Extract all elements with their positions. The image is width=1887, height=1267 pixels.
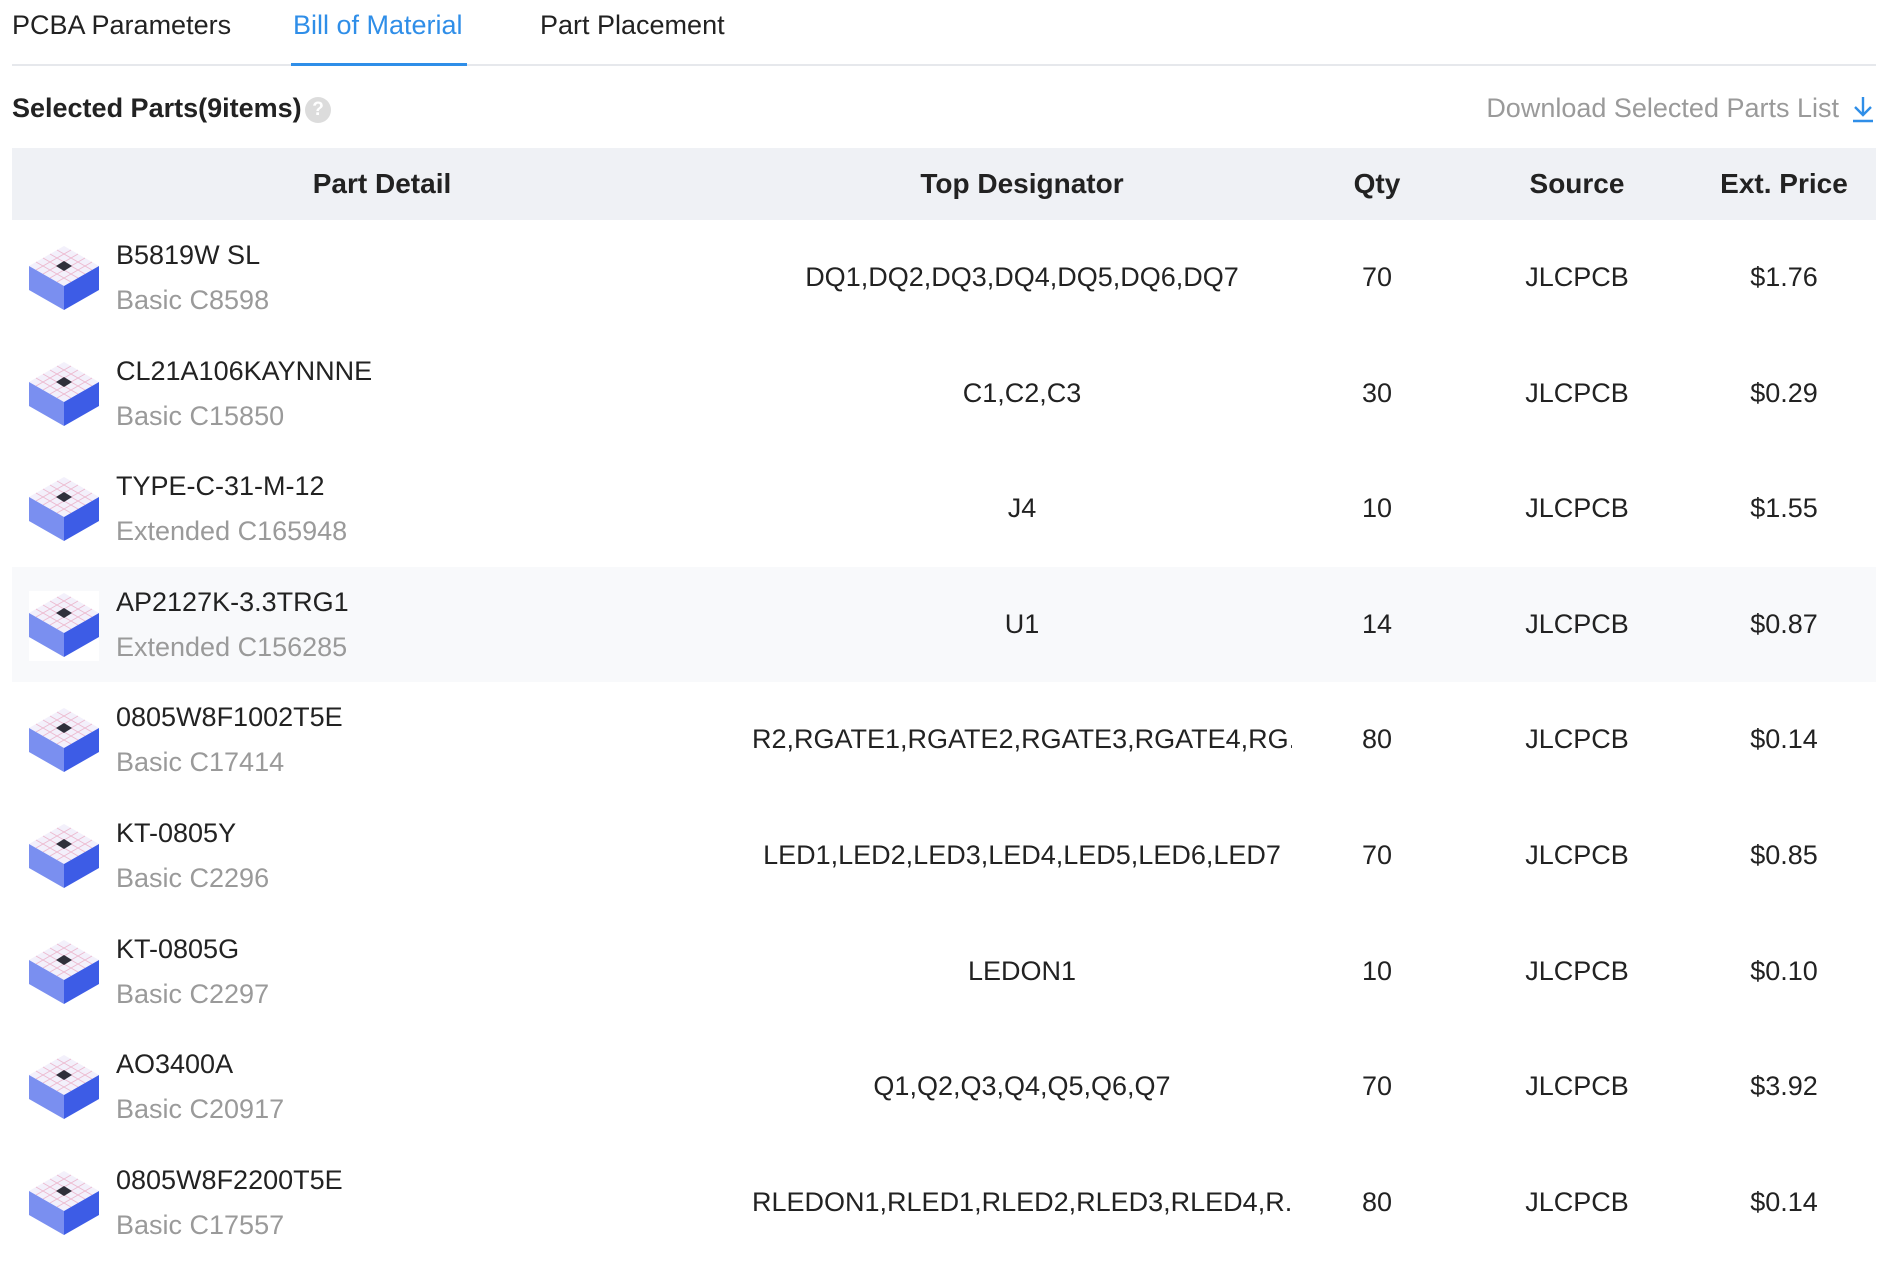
top-designator-cell: U1: [1004, 608, 1040, 639]
qty-cell: 10: [1361, 955, 1393, 986]
led-chip-icon: [29, 822, 99, 892]
source-cell: JLCPCB: [1525, 377, 1629, 408]
download-parts-list-link[interactable]: Download Selected Parts List: [1486, 93, 1875, 124]
resistor-chip-icon: [29, 1168, 99, 1239]
part-type-and-code: Basic C2296: [116, 863, 270, 893]
column-header-ext-price: Ext. Price: [1720, 168, 1848, 199]
source-cell: JLCPCB: [1525, 724, 1629, 755]
source-cell: JLCPCB: [1525, 840, 1629, 870]
source-cell: JLCPCB: [1525, 955, 1629, 986]
tab-pcba-parameters[interactable]: PCBA Parameters: [12, 10, 231, 41]
top-designator-cell: C1,C2,C3: [962, 377, 1082, 408]
part-type-and-code: Basic C15850: [116, 400, 285, 431]
download-icon: [1853, 96, 1873, 122]
part-number[interactable]: KT-0805Y: [116, 818, 236, 849]
part-number[interactable]: CL21A106KAYNNNE: [116, 356, 372, 387]
table-header: Part Detail Top Designator Qty Source Ex…: [12, 148, 1876, 220]
resistor-chip-icon: [29, 706, 99, 777]
top-designator-cell: LED1,LED2,LED3,LED4,LED5,LED6,LED7: [763, 840, 1281, 870]
top-designator-cell: DQ1,DQ2,DQ3,DQ4,DQ5,DQ6,DQ7: [805, 262, 1239, 292]
ext-price-cell: $0.29: [1750, 377, 1818, 408]
part-number[interactable]: B5819W SL: [116, 240, 260, 271]
part-number[interactable]: KT-0805G: [116, 934, 239, 965]
top-designator-cell: Q1,Q2,Q3,Q4,Q5,Q6,Q7: [873, 1071, 1171, 1102]
ext-price-cell: $1.76: [1750, 262, 1818, 292]
tab-part-placement[interactable]: Part Placement: [540, 10, 725, 41]
column-header-qty: Qty: [1353, 168, 1401, 199]
capacitor-chip-icon: [29, 359, 99, 430]
source-cell: JLCPCB: [1525, 262, 1629, 292]
qty-cell: 70: [1361, 840, 1393, 870]
source-cell: JLCPCB: [1525, 1071, 1629, 1102]
column-header-top-designator: Top Designator: [920, 168, 1124, 199]
part-type-and-code: Basic C20917: [116, 1094, 285, 1125]
part-type-and-code: Extended C165948: [116, 516, 348, 547]
part-number[interactable]: 0805W8F2200T5E: [116, 1165, 343, 1196]
part-number[interactable]: 0805W8F1002T5E: [116, 702, 343, 733]
table-row: KT-0805G Basic C2297 LEDON1 10 JLCPCB $0…: [12, 914, 1876, 1029]
top-designator-cell: RLEDON1,RLED1,RLED2,RLED3,RLED4,R...: [752, 1186, 1292, 1217]
top-designator-cell: LEDON1: [967, 955, 1077, 986]
top-designator-cell: R2,RGATE1,RGATE2,RGATE3,RGATE4,RG...: [752, 724, 1292, 755]
usb-c-connector-icon: [29, 475, 99, 546]
table-row: KT-0805Y Basic C2296 LED1,LED2,LED3,LED4…: [12, 798, 1876, 913]
ext-price-cell: $1.55: [1750, 493, 1818, 524]
download-label: Download Selected Parts List: [1486, 93, 1839, 123]
tab-bar: PCBA Parameters Bill of Material Part Pl…: [12, 0, 1876, 66]
ext-price-cell: $0.87: [1750, 608, 1818, 639]
column-header-source: Source: [1529, 168, 1625, 199]
qty-cell: 80: [1361, 1186, 1393, 1217]
ext-price-cell: $0.14: [1750, 724, 1818, 755]
source-cell: JLCPCB: [1525, 493, 1629, 524]
part-number[interactable]: AP2127K-3.3TRG1: [116, 587, 349, 618]
table-row: CL21A106KAYNNNE Basic C15850 C1,C2,C3 30…: [12, 336, 1876, 451]
bom-panel: PCBA Parameters Bill of Material Part Pl…: [0, 0, 1887, 1267]
part-type-and-code: Basic C8598: [116, 285, 270, 315]
qty-cell: 80: [1361, 724, 1393, 755]
tab-bill-of-material[interactable]: Bill of Material: [293, 10, 463, 41]
part-number[interactable]: AO3400A: [116, 1049, 233, 1080]
qty-cell: 70: [1361, 262, 1393, 292]
table-row: 0805W8F1002T5E Basic C17414 R2,RGATE1,RG…: [12, 682, 1876, 797]
ext-price-cell: $0.85: [1750, 840, 1818, 870]
ext-price-cell: $0.14: [1750, 1186, 1818, 1217]
table-row: AO3400A Basic C20917 Q1,Q2,Q3,Q4,Q5,Q6,Q…: [12, 1029, 1876, 1144]
sot23-mosfet-icon: [29, 1053, 99, 1124]
part-type-and-code: Extended C156285: [116, 631, 348, 662]
ext-price-cell: $3.92: [1750, 1071, 1818, 1102]
active-tab-indicator: [291, 63, 467, 66]
top-designator-cell: J4: [1007, 493, 1037, 524]
part-type-and-code: Basic C17557: [116, 1209, 285, 1240]
part-type-and-code: Basic C17414: [116, 747, 285, 778]
ext-price-cell: $0.10: [1750, 955, 1818, 986]
help-icon[interactable]: ?: [305, 97, 331, 123]
column-header-part-detail: Part Detail: [312, 168, 452, 199]
part-number[interactable]: TYPE-C-31-M-12: [116, 471, 325, 502]
table-row: AP2127K-3.3TRG1 Extended C156285 U1 14 J…: [12, 566, 1876, 682]
table-row: 0805W8F2200T5E Basic C17557 RLEDON1,RLED…: [12, 1145, 1876, 1260]
sot23-ic-icon: [29, 590, 99, 661]
part-type-and-code: Basic C2297: [116, 978, 270, 1009]
source-cell: JLCPCB: [1525, 1186, 1629, 1217]
qty-cell: 70: [1361, 1071, 1393, 1102]
qty-cell: 10: [1361, 493, 1393, 524]
qty-cell: 30: [1361, 377, 1393, 408]
led-chip-icon: [29, 937, 99, 1008]
source-cell: JLCPCB: [1525, 608, 1629, 639]
table-row: TYPE-C-31-M-12 Extended C165948 J4 10 JL…: [12, 451, 1876, 566]
qty-cell: 14: [1361, 608, 1393, 639]
table-row: B5819W SL Basic C8598 DQ1,DQ2,DQ3,DQ4,DQ…: [12, 220, 1876, 335]
section-title: Selected Parts(9items): [12, 93, 302, 123]
sod123-diode-icon: [29, 244, 99, 314]
